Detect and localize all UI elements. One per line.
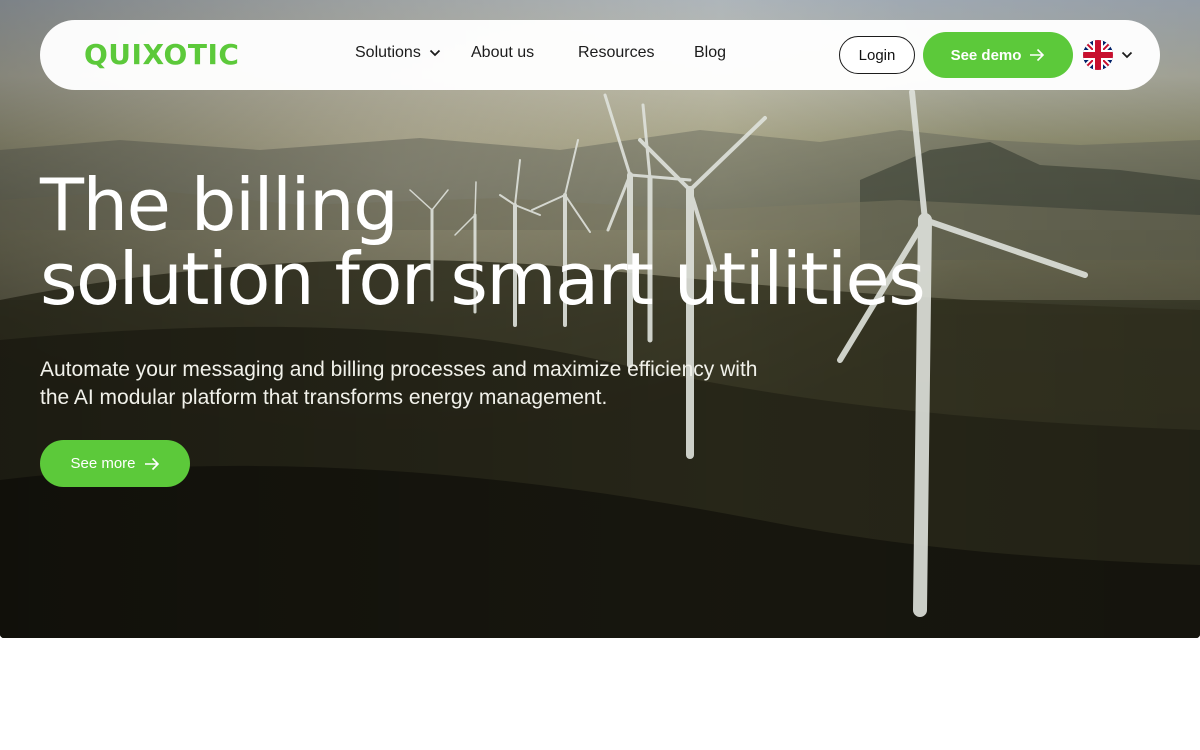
top-navbar: QUIXOTIC Solutions About us Resources Bl… bbox=[40, 20, 1160, 90]
hero-title-line-2: solution for smart utilities bbox=[40, 237, 926, 321]
see-demo-button[interactable]: See demo bbox=[923, 32, 1073, 78]
arrow-right-icon bbox=[144, 457, 159, 470]
nav-item-label: Resources bbox=[578, 44, 655, 61]
hero-title: The billing solution for smart utilities bbox=[40, 163, 926, 321]
see-more-button-label: See more bbox=[70, 455, 136, 472]
chevron-down-icon bbox=[1121, 51, 1133, 59]
see-more-button[interactable]: See more bbox=[40, 440, 190, 487]
login-button[interactable]: Login bbox=[839, 36, 915, 74]
hero-section: QUIXOTIC Solutions About us Resources Bl… bbox=[0, 0, 1200, 638]
nav-item-about-us[interactable]: About us bbox=[471, 44, 534, 62]
nav-item-label: Solutions bbox=[355, 44, 421, 61]
nav-item-blog[interactable]: Blog bbox=[694, 44, 726, 62]
hero-subtitle: Automate your messaging and billing proc… bbox=[40, 358, 758, 409]
chevron-down-icon bbox=[429, 49, 440, 57]
nav-item-resources[interactable]: Resources bbox=[578, 44, 654, 62]
nav-item-label: About us bbox=[471, 44, 535, 61]
see-demo-button-label: See demo bbox=[950, 46, 1022, 64]
nav-item-solutions[interactable]: Solutions bbox=[355, 44, 441, 62]
nav-item-label: Blog bbox=[694, 44, 727, 61]
language-selector[interactable] bbox=[1083, 40, 1133, 70]
login-button-label: Login bbox=[858, 46, 896, 64]
brand-logo[interactable]: QUIXOTIC bbox=[84, 38, 239, 71]
hero-title-line-1: The billing bbox=[40, 163, 399, 247]
uk-flag-icon bbox=[1083, 40, 1113, 70]
arrow-right-icon bbox=[1030, 48, 1045, 62]
